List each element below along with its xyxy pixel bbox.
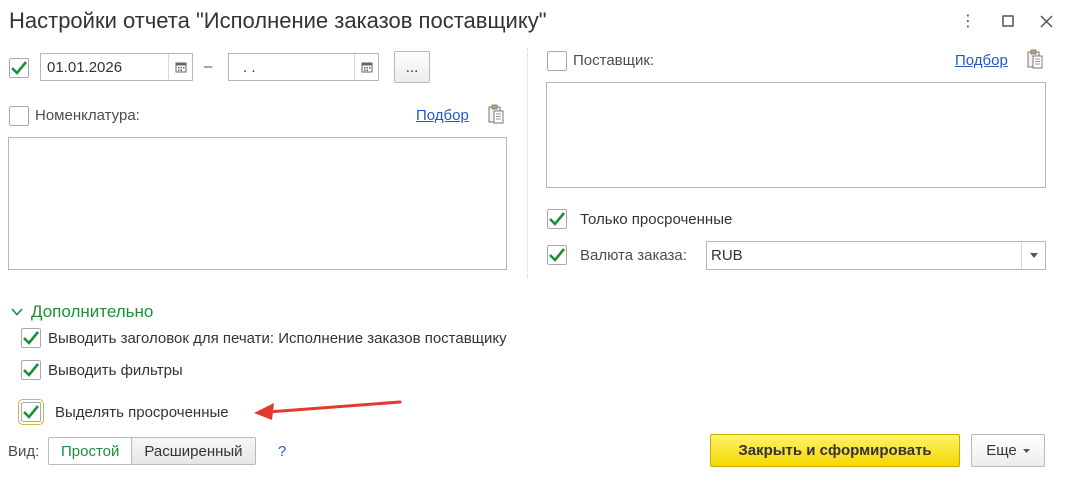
more-button-label: Еще xyxy=(986,442,1017,459)
additional-group-title: Дополнительно xyxy=(31,302,154,321)
nomenclature-label: Номенклатура: xyxy=(35,107,140,124)
view-switch[interactable]: Простой Расширенный xyxy=(48,437,256,465)
currency-value: RUB xyxy=(711,247,743,264)
period-separator: – xyxy=(204,58,213,75)
only-overdue-checkbox[interactable] xyxy=(547,209,567,229)
print-title-checkbox[interactable] xyxy=(21,328,41,348)
show-filters-label: Выводить фильтры xyxy=(48,362,183,379)
date-from-value: 01.01.2026 xyxy=(47,58,123,76)
additional-group-header[interactable]: Дополнительно xyxy=(11,302,153,322)
nomenclature-pick-link[interactable]: Подбор xyxy=(416,107,469,124)
dialog-title: Настройки отчета "Исполнение заказов пос… xyxy=(9,8,547,33)
show-filters-checkbox[interactable] xyxy=(21,360,41,380)
chevron-down-icon xyxy=(1022,448,1030,453)
date-to-value: . . xyxy=(243,58,256,76)
view-simple-option[interactable]: Простой xyxy=(49,438,133,464)
paste-icon[interactable] xyxy=(1026,49,1044,73)
currency-label: Валюта заказа: xyxy=(580,247,687,264)
help-link[interactable]: ? xyxy=(278,443,286,460)
calendar-icon[interactable] xyxy=(354,54,378,80)
date-from-field[interactable]: 01.01.2026 xyxy=(40,53,193,81)
supplier-pick-link[interactable]: Подбор xyxy=(955,52,1008,69)
paste-icon[interactable] xyxy=(487,104,505,128)
only-overdue-label: Только просроченные xyxy=(580,211,733,228)
date-to-field[interactable]: . . xyxy=(228,53,379,81)
more-actions-icon[interactable]: ⋮ xyxy=(957,10,979,32)
supplier-label: Поставщик: xyxy=(573,52,655,69)
close-and-generate-button[interactable]: Закрыть и сформировать xyxy=(710,434,960,467)
chevron-down-icon xyxy=(11,308,23,316)
chevron-down-icon[interactable] xyxy=(1021,242,1045,269)
supplier-list[interactable] xyxy=(546,82,1046,188)
more-button[interactable]: Еще xyxy=(971,434,1045,467)
supplier-checkbox[interactable] xyxy=(547,51,567,71)
period-checkbox[interactable] xyxy=(9,58,29,78)
print-title-label: Выводить заголовок для печати: Исполнени… xyxy=(48,330,507,347)
highlight-overdue-label: Выделять просроченные xyxy=(55,404,229,421)
calendar-icon[interactable] xyxy=(168,54,192,80)
nomenclature-list[interactable] xyxy=(8,137,507,270)
currency-checkbox[interactable] xyxy=(547,245,567,265)
nomenclature-checkbox[interactable] xyxy=(9,106,29,126)
view-label: Вид: xyxy=(8,443,40,460)
close-icon[interactable] xyxy=(1035,10,1057,32)
view-extended-option[interactable]: Расширенный xyxy=(132,438,255,464)
annotation-arrow xyxy=(254,400,402,420)
highlight-overdue-checkbox[interactable] xyxy=(18,399,44,425)
column-divider xyxy=(527,48,528,278)
choose-period-button[interactable]: ... xyxy=(394,51,430,83)
maximize-icon[interactable] xyxy=(997,10,1019,32)
currency-select[interactable]: RUB xyxy=(706,241,1046,270)
